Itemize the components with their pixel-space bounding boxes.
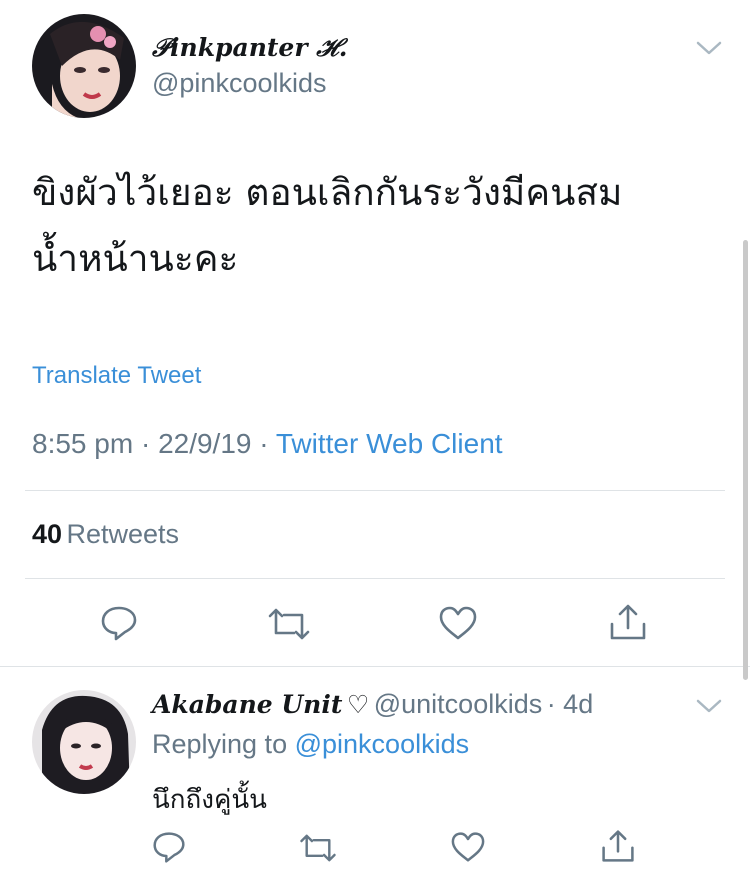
reply-author-name[interactable]: Akabane Unit	[152, 690, 342, 719]
author-handle[interactable]: @pinkcoolkids	[152, 68, 327, 99]
heart-outline-glyph: ♡	[346, 690, 370, 719]
heart-icon[interactable]	[450, 831, 486, 863]
share-icon[interactable]	[600, 828, 636, 864]
reply-author-avatar[interactable]	[32, 690, 136, 794]
retweet-stats[interactable]: 40 Retweets	[32, 519, 179, 550]
scrollbar[interactable]	[743, 240, 748, 680]
chevron-down-icon[interactable]	[696, 698, 722, 714]
translate-tweet-link[interactable]: Translate Tweet	[32, 362, 201, 390]
heart-icon[interactable]	[438, 605, 478, 641]
tweet-text: ขิงผัวไว้เยอะ ตอนเลิกกันระวังมีคนสม น้ำห…	[32, 160, 712, 292]
reply-header: Akabane Unit ♡ @unitcoolkids · 4d	[152, 689, 593, 720]
tweet-text-line: น้ำหน้านะคะ	[32, 237, 239, 280]
tweet-date: 22/9/19	[158, 428, 252, 459]
divider	[25, 490, 725, 491]
tweet-meta: 8:55 pm · 22/9/19 · Twitter Web Client	[32, 428, 503, 460]
replying-to-line: Replying to @pinkcoolkids	[152, 729, 469, 760]
meta-separator: ·	[140, 428, 151, 459]
reply-text: นึกถึงคู่นั้น	[152, 785, 267, 815]
tweet-text-line: ขิงผัวไว้เยอะ ตอนเลิกกันระวังมีคนสม	[32, 171, 623, 214]
tweet-time: 8:55 pm	[32, 428, 134, 459]
reply-age: · 4d	[546, 689, 594, 719]
reply-icon[interactable]	[100, 604, 138, 642]
author-avatar[interactable]	[32, 14, 136, 118]
retweet-count: 40	[32, 519, 63, 549]
retweet-label: Retweets	[66, 519, 180, 549]
divider	[25, 578, 725, 579]
tweet-client-link[interactable]: Twitter Web Client	[276, 428, 503, 459]
reply-author-handle[interactable]: @unitcoolkids	[374, 689, 543, 719]
retweet-icon[interactable]	[266, 606, 312, 642]
author-name[interactable]: 𝒫inkpanter ℋ.	[152, 33, 347, 63]
reply-icon[interactable]	[152, 830, 186, 864]
retweet-icon[interactable]	[298, 832, 338, 864]
divider	[0, 666, 750, 667]
replying-to-handle[interactable]: @pinkcoolkids	[295, 729, 470, 759]
replying-to-prefix: Replying to	[152, 729, 288, 759]
chevron-down-icon[interactable]	[696, 40, 722, 56]
meta-separator: ·	[259, 428, 269, 459]
share-icon[interactable]	[608, 602, 648, 642]
